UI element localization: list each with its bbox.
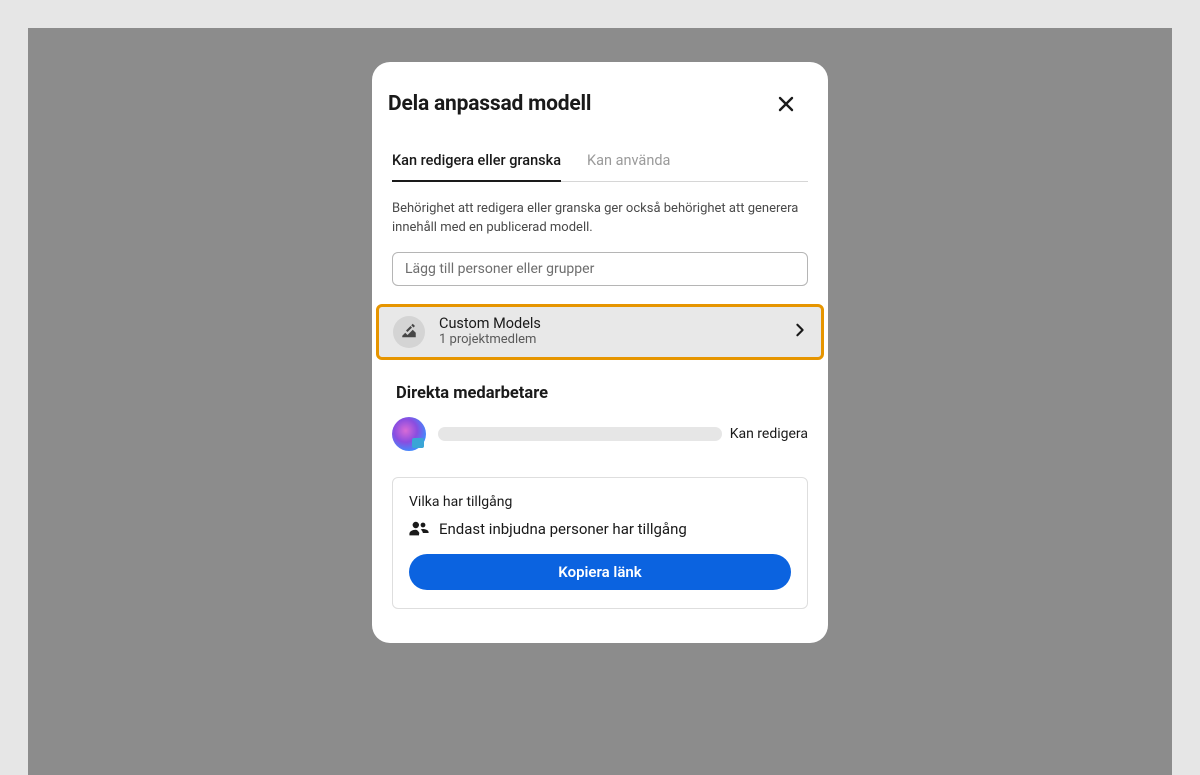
access-title: Vilka har tillgång: [409, 494, 791, 510]
modal-header: Dela anpassad modell: [372, 80, 828, 124]
tab-can-use[interactable]: Kan använda: [587, 152, 670, 181]
share-modal: Dela anpassad modell Kan redigera eller …: [372, 62, 828, 643]
tab-edit-or-review[interactable]: Kan redigera eller granska: [392, 152, 561, 181]
access-description: Endast inbjudna personer har tillgång: [439, 520, 687, 538]
chevron-right-icon: [793, 322, 807, 341]
project-members: 1 projektmedlem: [439, 332, 793, 349]
add-people-input[interactable]: [392, 252, 808, 286]
direct-collaborators-title: Direkta medarbetare: [396, 384, 804, 403]
project-row[interactable]: Custom Models 1 projektmedlem: [379, 307, 821, 357]
collaborator-name-placeholder: [438, 427, 722, 441]
project-text: Custom Models 1 projektmedlem: [439, 315, 793, 349]
close-icon: [778, 96, 794, 112]
access-box: Vilka har tillgång Endast inbjudna perso…: [392, 477, 808, 609]
project-name: Custom Models: [439, 315, 793, 332]
close-button[interactable]: [772, 90, 800, 118]
copy-link-button[interactable]: Kopiera länk: [409, 554, 791, 590]
project-row-highlight: Custom Models 1 projektmedlem: [376, 304, 824, 360]
access-line: Endast inbjudna personer har tillgång: [409, 520, 791, 538]
modal-title: Dela anpassad modell: [388, 92, 591, 116]
avatar: [392, 417, 426, 451]
permission-description: Behörighet att redigera eller granska ge…: [392, 200, 808, 238]
people-icon: [409, 521, 429, 537]
custom-models-icon: [393, 316, 425, 348]
collaborator-row: Kan redigera: [392, 417, 808, 451]
tabs: Kan redigera eller granska Kan använda: [392, 152, 808, 182]
collaborator-role[interactable]: Kan redigera: [730, 426, 808, 442]
